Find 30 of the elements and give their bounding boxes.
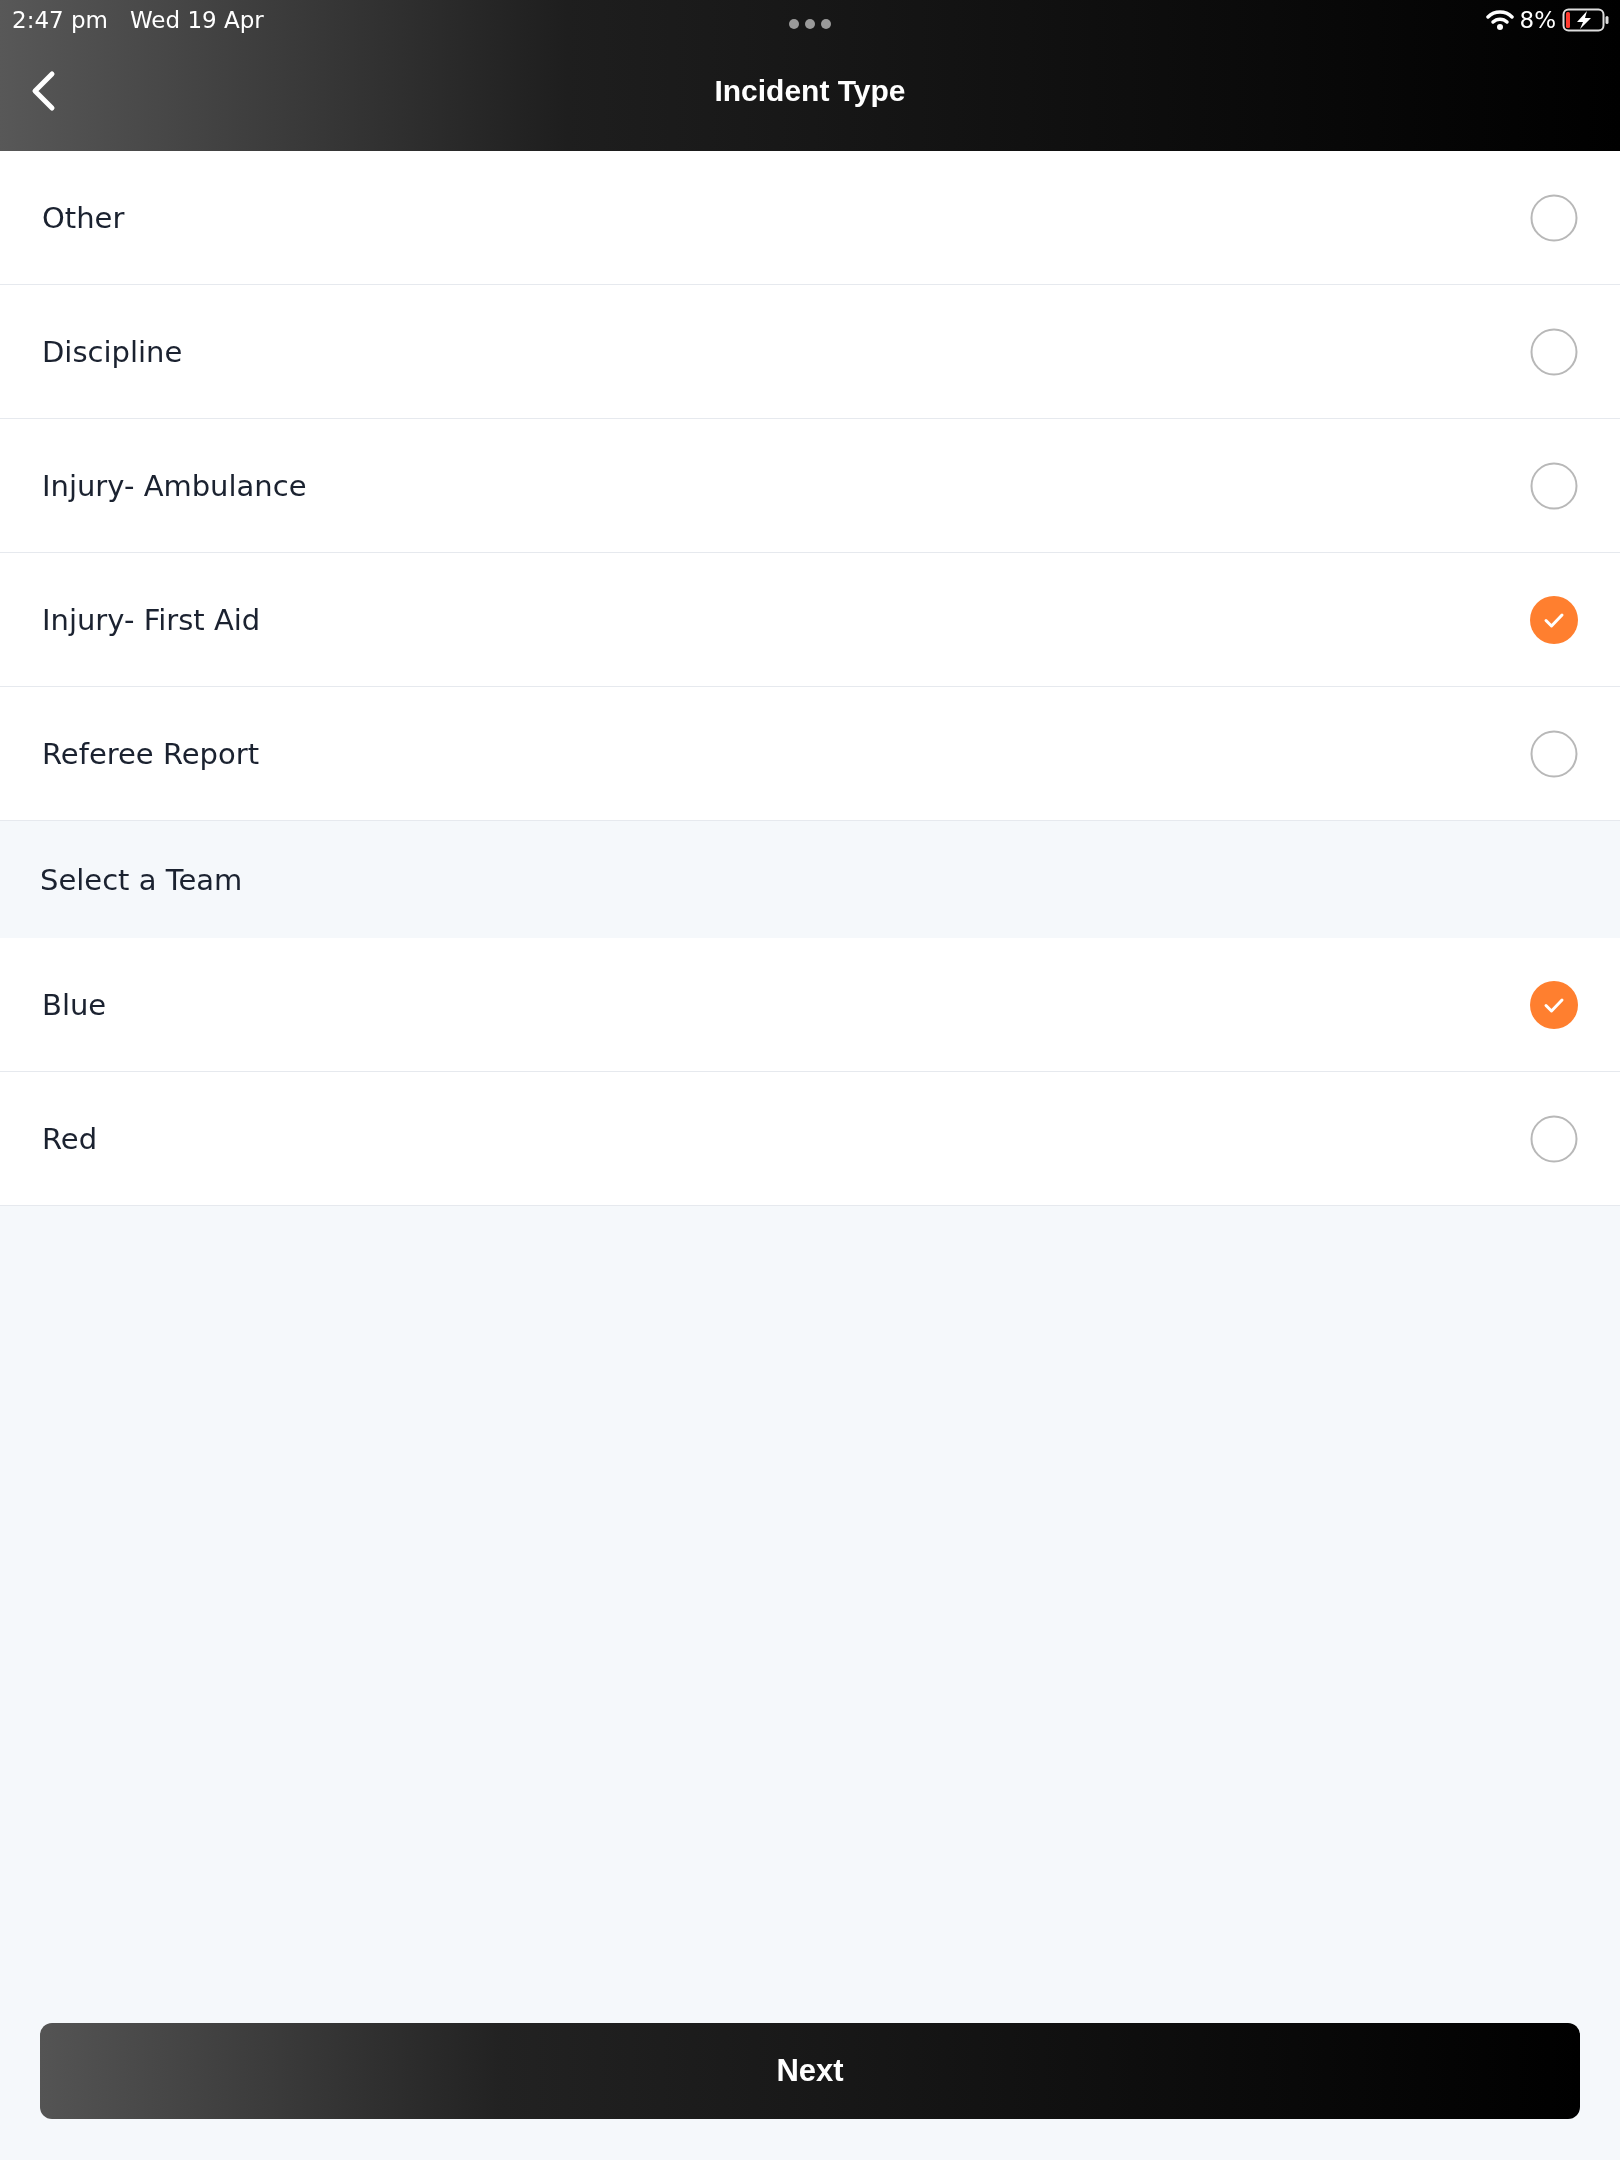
option-label: Red (42, 1121, 98, 1156)
radio-icon[interactable] (1530, 1114, 1578, 1163)
option-row[interactable]: Red (0, 1072, 1620, 1206)
option-label: Discipline (42, 334, 183, 369)
radio-icon[interactable] (1530, 461, 1578, 510)
status-date: Wed 19 Apr (129, 7, 264, 33)
option-row[interactable]: Injury- Ambulance (0, 419, 1620, 553)
checked-radio-icon[interactable] (1530, 595, 1578, 644)
option-label: Blue (42, 987, 107, 1022)
radio-icon[interactable] (1530, 327, 1578, 376)
checked-radio-icon[interactable] (1530, 980, 1578, 1029)
screen-title: Incident Type (714, 73, 906, 108)
option-label: Referee Report (42, 736, 260, 771)
option-label: Injury- First Aid (42, 602, 261, 637)
radio-icon[interactable] (1530, 729, 1578, 778)
option-label: Injury- Ambulance (42, 468, 307, 503)
option-row[interactable]: Referee Report (0, 687, 1620, 821)
battery-percent: 8% (1519, 7, 1556, 33)
section-title: Select a Team (40, 862, 243, 897)
next-button[interactable]: Next (40, 2023, 1580, 2119)
radio-icon[interactable] (1530, 193, 1578, 242)
status-time: 2:47 pm (12, 7, 108, 33)
more-dots-icon (788, 18, 832, 30)
option-row[interactable]: Other (0, 151, 1620, 285)
option-row[interactable]: Blue (0, 938, 1620, 1072)
option-label: Other (42, 200, 125, 235)
wifi-icon (1485, 9, 1514, 31)
option-row[interactable]: Discipline (0, 285, 1620, 419)
battery-charging-icon (1562, 8, 1610, 32)
option-row[interactable]: Injury- First Aid (0, 553, 1620, 687)
